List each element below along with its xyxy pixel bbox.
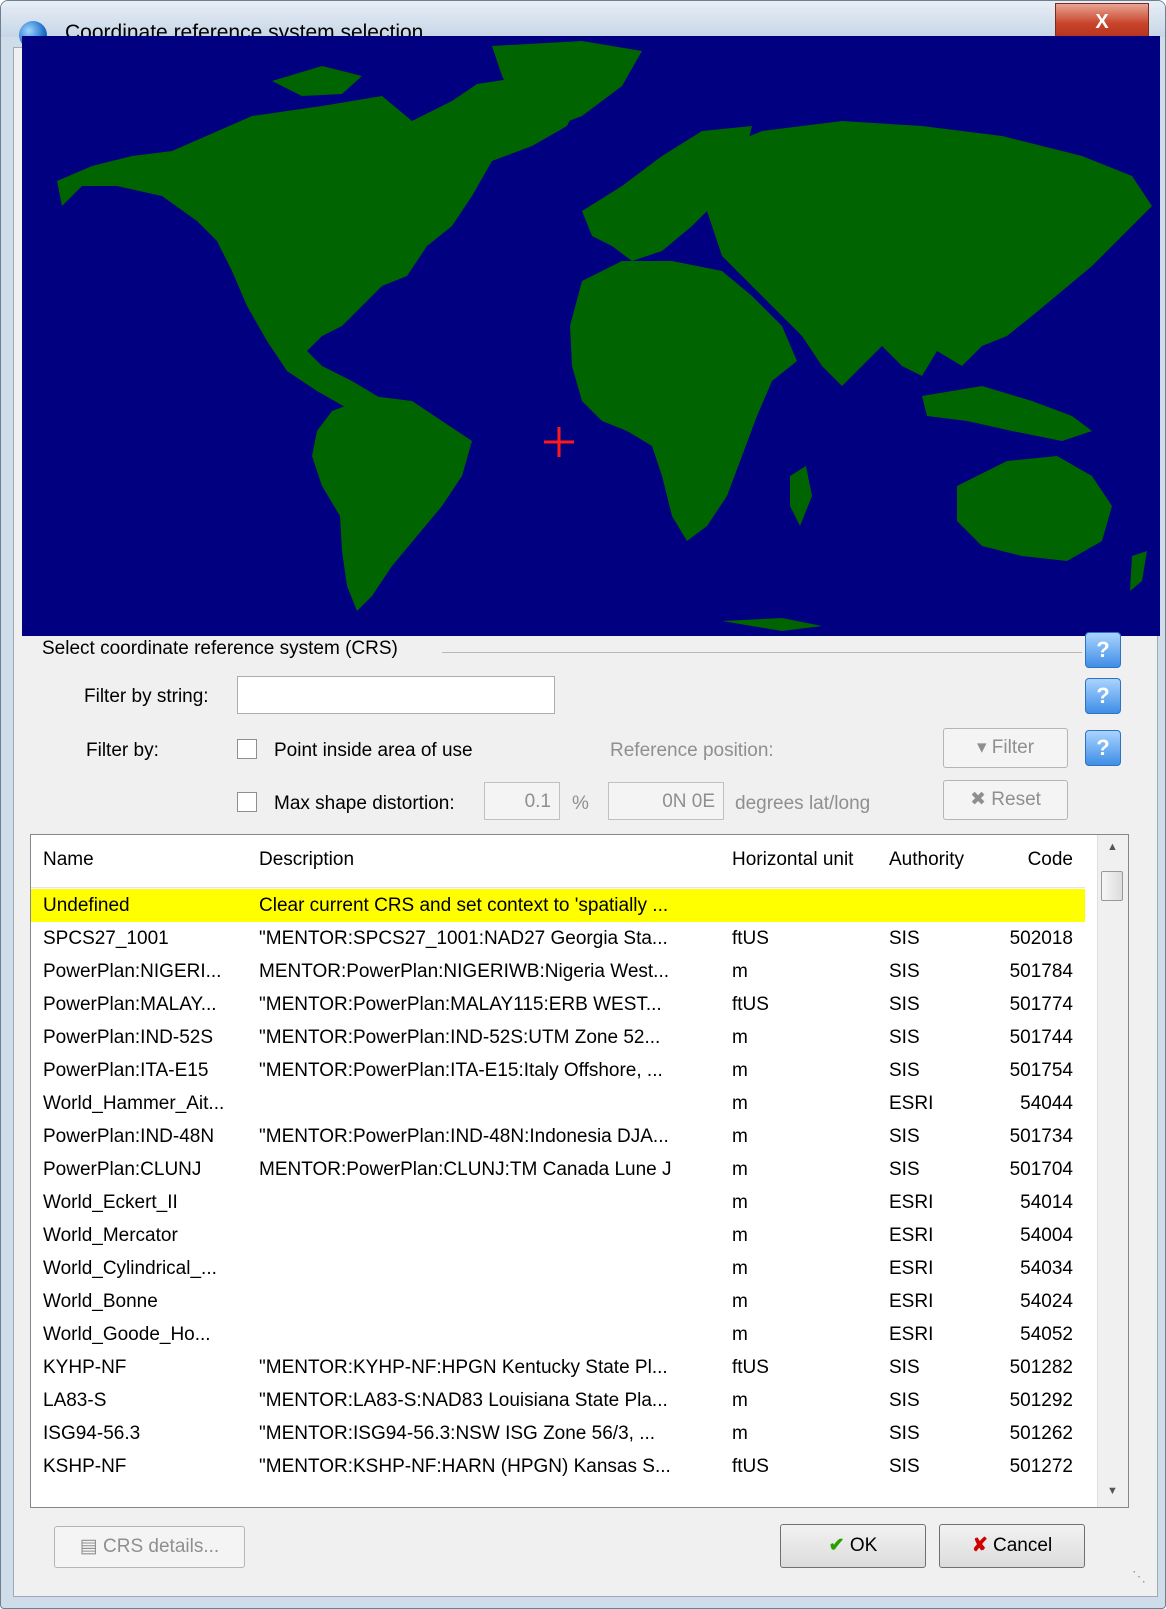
table-row[interactable]: SPCS27_1001 "MENTOR:SPCS27_1001:NAD27 Ge… [31, 922, 1085, 955]
column-header-horizontal-unit[interactable]: Horizontal unit [732, 849, 872, 871]
column-header-description[interactable]: Description [259, 849, 724, 871]
table-row[interactable]: PowerPlan:IND-52S "MENTOR:PowerPlan:IND-… [31, 1021, 1085, 1054]
filter-funnel-icon: ▾ [976, 737, 987, 758]
max-distortion-checkbox[interactable] [237, 792, 257, 812]
reset-button[interactable]: ✖ Reset [943, 780, 1068, 820]
cancel-x-icon: ✘ [971, 1535, 988, 1556]
section-divider [442, 652, 1082, 653]
checkmark-icon: ✔ [828, 1535, 845, 1556]
table-row[interactable]: PowerPlan:ITA-E15 "MENTOR:PowerPlan:ITA-… [31, 1054, 1085, 1087]
filter-by-label: Filter by: [86, 740, 159, 761]
degrees-label: degrees lat/long [735, 793, 871, 814]
scroll-down-arrow-icon[interactable]: ▼ [1107, 1485, 1118, 1497]
table-row[interactable]: KYHP-NF "MENTOR:KYHP-NF:HPGN Kentucky St… [31, 1351, 1085, 1384]
max-distortion-label: Max shape distortion: [274, 793, 455, 814]
table-row[interactable]: KSHP-NF "MENTOR:KSHP-NF:HARN (HPGN) Kans… [31, 1450, 1085, 1483]
section-title: Select coordinate reference system (CRS) [42, 638, 398, 659]
reference-position-input[interactable]: 0N 0E [608, 782, 724, 820]
table-row[interactable]: World_Mercator m ESRI 54004 [31, 1219, 1085, 1252]
title-bar[interactable]: Coordinate reference system selection X [1, 1, 1165, 49]
table-row[interactable]: PowerPlan:NIGERI... MENTOR:PowerPlan:NIG… [31, 955, 1085, 988]
table-row[interactable]: World_Bonne m ESRI 54024 [31, 1285, 1085, 1318]
table-row[interactable]: PowerPlan:IND-48N "MENTOR:PowerPlan:IND-… [31, 1120, 1085, 1153]
filter-string-input[interactable] [237, 676, 555, 714]
filter-button[interactable]: ▾ Filter [943, 728, 1068, 768]
table-row[interactable]: World_Hammer_Ait... m ESRI 54044 [31, 1087, 1085, 1120]
filter-string-label: Filter by string: [84, 686, 209, 707]
world-map[interactable] [22, 36, 1160, 636]
world-map-canvas [22, 36, 1160, 636]
percent-label: % [572, 793, 589, 814]
crs-details-button[interactable]: ▤ CRS details... [54, 1526, 245, 1568]
scroll-up-arrow-icon[interactable]: ▲ [1107, 841, 1118, 853]
table-row[interactable]: PowerPlan:MALAY... "MENTOR:PowerPlan:MAL… [31, 988, 1085, 1021]
list-scrollbar[interactable]: ▲ ▼ [1097, 835, 1128, 1507]
resize-grip-icon[interactable]: ⋱ [1132, 1568, 1146, 1585]
point-inside-label: Point inside area of use [274, 740, 473, 761]
table-row[interactable]: World_Cylindrical_... m ESRI 54034 [31, 1252, 1085, 1285]
section-help-button[interactable]: ? [1085, 632, 1121, 668]
reset-icon: ✖ [970, 789, 986, 810]
crs-list[interactable]: Name Description Horizontal unit Authori… [30, 834, 1129, 1508]
dialog-client-area: Select coordinate reference system (CRS)… [13, 36, 1160, 1597]
column-header-code[interactable]: Code [981, 849, 1073, 871]
table-row[interactable]: ISG94-56.3 "MENTOR:ISG94-56.3:NSW ISG Zo… [31, 1417, 1085, 1450]
table-row[interactable]: World_Goode_Ho... m ESRI 54052 [31, 1318, 1085, 1351]
crs-selection-dialog: Coordinate reference system selection X [0, 0, 1166, 1609]
filter-by-help-button[interactable]: ? [1085, 730, 1121, 766]
cancel-button[interactable]: ✘ Cancel [939, 1524, 1085, 1568]
filter-string-help-button[interactable]: ? [1085, 678, 1121, 714]
scroll-thumb[interactable] [1101, 871, 1123, 901]
table-row[interactable]: Undefined Clear current CRS and set cont… [31, 889, 1085, 922]
table-row[interactable]: World_Eckert_II m ESRI 54014 [31, 1186, 1085, 1219]
column-header-authority[interactable]: Authority [889, 849, 979, 871]
column-header-name[interactable]: Name [43, 849, 248, 871]
reference-position-label: Reference position: [610, 740, 774, 761]
ok-button[interactable]: ✔ OK [780, 1524, 926, 1568]
point-inside-checkbox[interactable] [237, 739, 257, 759]
details-icon: ▤ [79, 1536, 98, 1557]
distortion-value-input[interactable]: 0.1 [484, 782, 560, 820]
crs-list-header: Name Description Horizontal unit Authori… [31, 835, 1085, 888]
table-row[interactable]: PowerPlan:CLUNJ MENTOR:PowerPlan:CLUNJ:T… [31, 1153, 1085, 1186]
table-row[interactable]: LA83-S "MENTOR:LA83-S:NAD83 Louisiana St… [31, 1384, 1085, 1417]
